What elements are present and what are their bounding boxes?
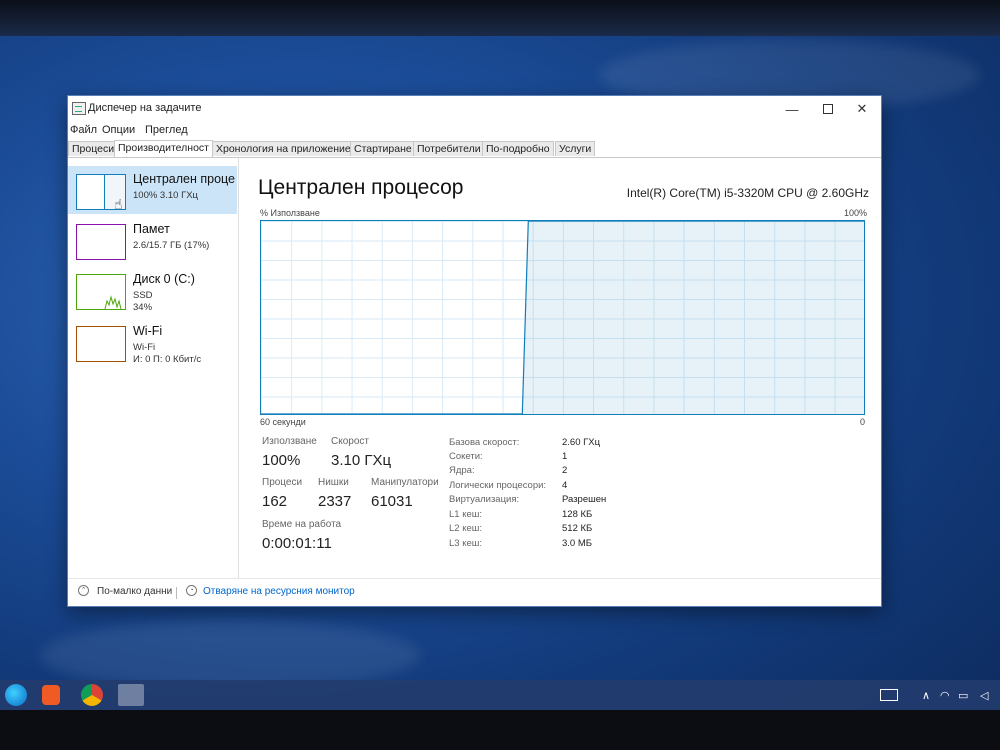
menu-bar: Файл Опции Преглед [68, 122, 881, 140]
sidebar-item-detail: И: 0 П: 0 Кбит/с [133, 354, 202, 365]
speed-value: 3.10 ГХц [331, 452, 392, 469]
tab-performance[interactable]: Производителност [114, 140, 213, 157]
memory-mini-graph [76, 224, 126, 260]
cpu-model-name: Intel(R) Core(TM) i5-3320M CPU @ 2.60GHz [626, 186, 869, 200]
tab-startup[interactable]: Стартиране [350, 141, 416, 156]
spec-cores-value: 2 [562, 465, 568, 476]
sidebar-item-label: Централен проце [133, 172, 235, 186]
handles-label: Манипулатори [371, 477, 439, 488]
tab-services[interactable]: Услуги [555, 141, 596, 156]
fewer-details-link[interactable]: По-малко данни [97, 586, 172, 597]
task-manager-taskbar-icon[interactable] [118, 684, 144, 706]
menu-options[interactable]: Опции [102, 124, 135, 136]
threads-label: Нишки [318, 477, 349, 488]
uptime-label: Време на работа [262, 519, 342, 530]
graph-x-left: 60 секунди [260, 417, 306, 427]
tab-details[interactable]: По-подробно [482, 141, 554, 156]
tab-processes[interactable]: Процеси [68, 141, 119, 156]
wifi-mini-graph [76, 326, 126, 362]
tab-users[interactable]: Потребители [413, 141, 485, 156]
menu-file[interactable]: Файл [70, 124, 97, 136]
page-title: Централен процесор [258, 176, 464, 199]
cpu-usage-area [261, 221, 864, 414]
task-manager-window: Диспечер на задачите — ✕ Файл Опции Прег… [68, 96, 881, 606]
chrome-browser-icon[interactable] [81, 684, 103, 706]
maximize-button[interactable] [811, 96, 845, 122]
open-resource-monitor-link[interactable]: Отваряне на ресурсния монитор [203, 586, 355, 597]
sidebar-item-detail: SSD [133, 290, 153, 301]
minimize-icon: — [785, 101, 799, 117]
sidebar-item-detail: 2.6/15.7 ГБ (17%) [133, 240, 210, 251]
tab-strip: Процеси Производителност Хронология на п… [68, 140, 881, 158]
sidebar-item-cpu[interactable]: Централен проце 100% 3.10 ГХц ☝ [68, 166, 237, 214]
spec-base-speed-value: 2.60 ГХц [562, 437, 601, 448]
wifi-tray-icon[interactable]: ◠ [940, 689, 950, 702]
graph-y-label: % Използване [260, 208, 320, 218]
spec-l1-label: L1 кеш: [449, 509, 483, 520]
disk-activity-sparkline [104, 295, 122, 310]
disk-mini-graph [76, 274, 126, 310]
spec-logical-label: Логически процесори: [449, 480, 547, 491]
spec-logical-value: 4 [562, 480, 568, 491]
resource-monitor-icon: ◔ [186, 585, 197, 596]
news-widget-icon[interactable] [880, 689, 898, 701]
screen-bezel-bottom [0, 710, 1000, 750]
utilization-value: 100% [262, 452, 301, 469]
performance-sidebar: Централен проце 100% 3.10 ГХц ☝ Памет 2.… [68, 158, 239, 578]
taskbar: ∧ ◠ ▭ ◁ [0, 680, 1000, 710]
window-title: Диспечер на задачите [88, 102, 202, 114]
task-manager-icon [72, 102, 86, 115]
footer-divider [176, 587, 177, 599]
brave-browser-icon[interactable] [42, 685, 60, 705]
spec-sockets-value: 1 [562, 451, 568, 462]
maximize-icon [823, 104, 833, 114]
cpu-graph-svg [261, 221, 864, 414]
tab-app-history[interactable]: Хронология на приложение [212, 141, 355, 156]
volume-tray-icon[interactable]: ◁ [980, 689, 988, 702]
spec-l1-value: 128 КБ [562, 509, 593, 520]
footer-bar: ⌃ По-малко данни ◔ Отваряне на ресурсния… [68, 578, 881, 606]
uptime-value: 0:00:01:11 [262, 535, 332, 552]
spec-cores-label: Ядра: [449, 465, 475, 476]
processes-value: 162 [262, 493, 288, 510]
close-button[interactable]: ✕ [845, 96, 879, 122]
sidebar-item-memory[interactable]: Памет 2.6/15.7 ГБ (17%) [68, 216, 237, 264]
title-bar[interactable]: Диспечер на задачите — ✕ [68, 96, 881, 122]
speed-label: Скорост [331, 436, 369, 447]
spec-l3-label: L3 кеш: [449, 538, 483, 549]
threads-value: 2337 [318, 493, 352, 510]
sidebar-item-detail: 100% 3.10 ГХц [133, 190, 198, 201]
close-icon: ✕ [856, 101, 868, 116]
sidebar-item-label: Диск 0 (C:) [133, 272, 195, 286]
handles-value: 61031 [371, 493, 413, 510]
spec-l2-label: L2 кеш: [449, 523, 483, 534]
battery-tray-icon[interactable]: ▭ [958, 689, 968, 702]
sidebar-item-wifi[interactable]: Wi-Fi Wi-Fi И: 0 П: 0 Кбит/с [68, 318, 237, 366]
sidebar-item-disk[interactable]: Диск 0 (C:) SSD 34% [68, 266, 237, 314]
utilization-label: Използване [262, 436, 317, 447]
sidebar-item-detail: Wi-Fi [133, 342, 156, 353]
cpu-utilization-graph [260, 220, 865, 415]
spec-virtualization-value: Разрешен [562, 494, 607, 505]
spec-virtualization-label: Виртуализация: [449, 494, 520, 505]
spec-l3-value: 3.0 МБ [562, 538, 592, 549]
processes-label: Процеси [262, 477, 303, 488]
sidebar-item-label: Памет [133, 222, 170, 236]
spec-base-speed-label: Базова скорост: [449, 437, 520, 448]
spec-sockets-label: Сокети: [449, 451, 483, 462]
graph-x-right: 0 [859, 417, 865, 427]
minimize-button[interactable]: — [775, 96, 809, 122]
spec-l2-value: 512 КБ [562, 523, 593, 534]
sidebar-item-label: Wi-Fi [133, 324, 163, 338]
graph-y-max: 100% [843, 208, 867, 218]
edge-browser-icon[interactable] [5, 684, 27, 706]
menu-view[interactable]: Преглед [145, 124, 188, 136]
chevron-up-icon[interactable]: ⌃ [78, 585, 89, 596]
mouse-cursor-icon: ☝ [114, 196, 123, 212]
screen-bezel-top [0, 0, 1000, 36]
chevron-up-tray-icon[interactable]: ∧ [922, 689, 930, 702]
sidebar-item-detail: 34% [133, 302, 153, 313]
